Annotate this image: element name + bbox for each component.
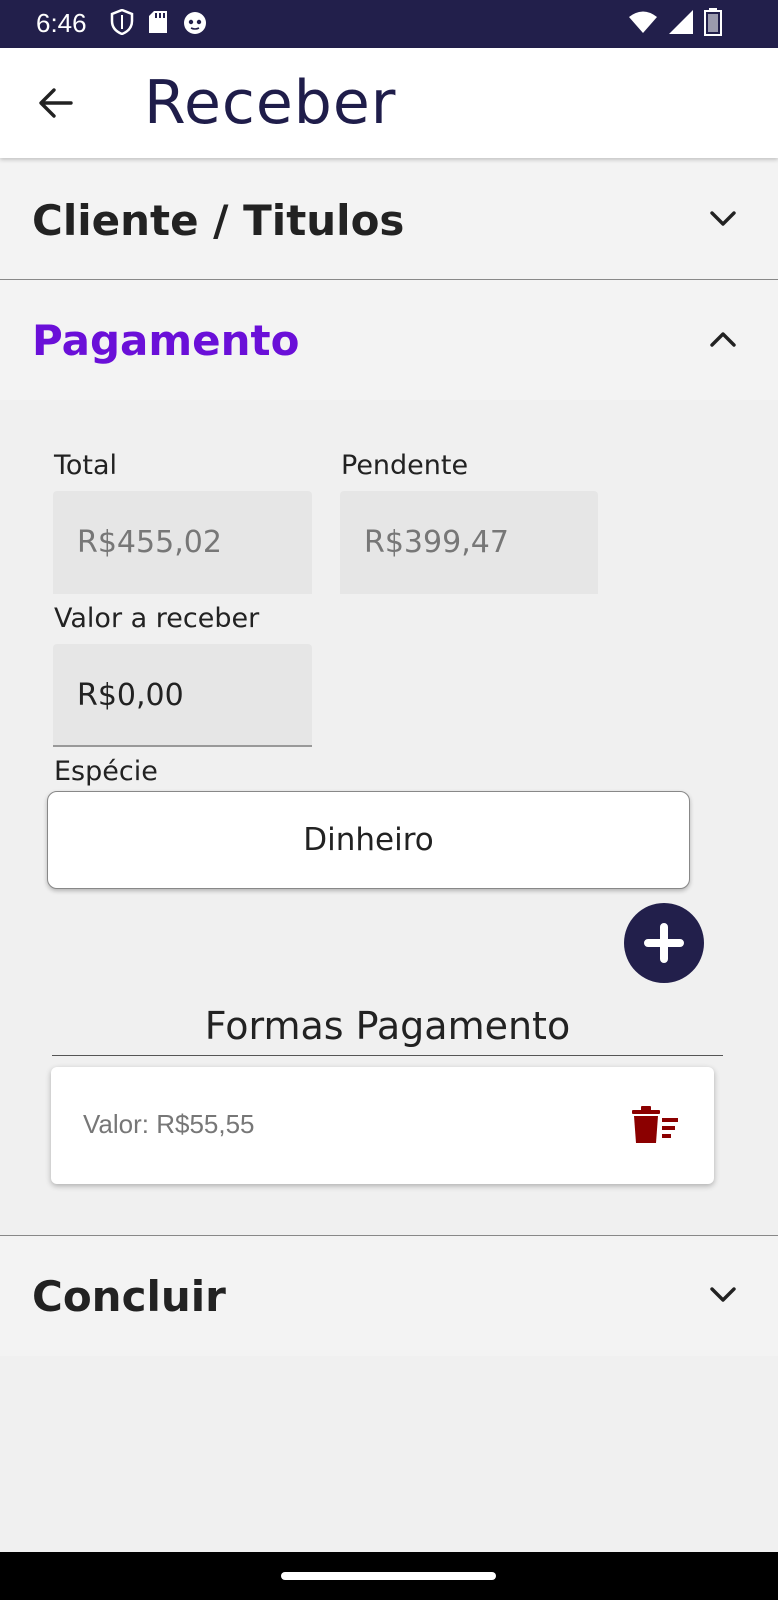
shield-icon (110, 8, 134, 40)
section-pagamento-title: Pagamento (32, 316, 300, 365)
section-concluir-header[interactable]: Concluir (0, 1236, 778, 1356)
delete-payment-button[interactable] (630, 1105, 680, 1147)
total-value: R$455,02 (77, 525, 222, 560)
status-bar: 6:46 (0, 0, 778, 48)
species-label: Espécie (54, 756, 158, 787)
system-nav-bar (0, 1552, 778, 1600)
species-select[interactable]: Dinheiro (47, 791, 690, 889)
chevron-down-icon (708, 1280, 738, 1310)
plus-icon (644, 923, 684, 963)
battery-icon (704, 7, 722, 41)
page-title: Receber (144, 68, 397, 138)
pending-value: R$399,47 (364, 525, 509, 560)
back-button[interactable] (30, 78, 80, 128)
home-gesture-handle[interactable] (281, 1572, 496, 1580)
sd-card-icon (148, 10, 168, 39)
payment-forms-divider (52, 1055, 723, 1056)
section-concluir-title: Concluir (32, 1272, 226, 1321)
payment-form-value: Valor: R$55,55 (83, 1109, 255, 1139)
section-cliente-title: Cliente / Titulos (32, 196, 405, 245)
species-selected: Dinheiro (303, 822, 434, 858)
cat-face-icon (182, 9, 208, 40)
payment-form-item: Valor: R$55,55 (51, 1067, 714, 1184)
amount-label: Valor a receber (54, 603, 260, 634)
pending-field: R$399,47 (340, 491, 598, 594)
status-time: 6:46 (36, 8, 87, 38)
arrow-left-icon (39, 88, 73, 118)
amount-value: R$0,00 (77, 678, 184, 713)
amount-underline (53, 745, 312, 747)
wifi-icon (628, 10, 658, 39)
payment-forms-title: Formas Pagamento (204, 1004, 571, 1048)
pending-label: Pendente (341, 450, 469, 481)
total-field: R$455,02 (53, 491, 312, 594)
section-cliente-header[interactable]: Cliente / Titulos (0, 160, 778, 280)
status-icons-left (110, 8, 208, 40)
amount-input[interactable]: R$0,00 (53, 644, 312, 747)
trash-icon (632, 1106, 678, 1143)
chevron-down-icon (708, 204, 738, 234)
section-pagamento-header[interactable]: Pagamento (0, 280, 778, 400)
status-icons-right (628, 7, 722, 41)
add-payment-button[interactable] (624, 903, 704, 983)
chevron-up-icon (708, 324, 738, 354)
total-label: Total (54, 450, 118, 481)
cell-signal-icon (668, 9, 694, 40)
app-bar: Receber (0, 48, 778, 158)
